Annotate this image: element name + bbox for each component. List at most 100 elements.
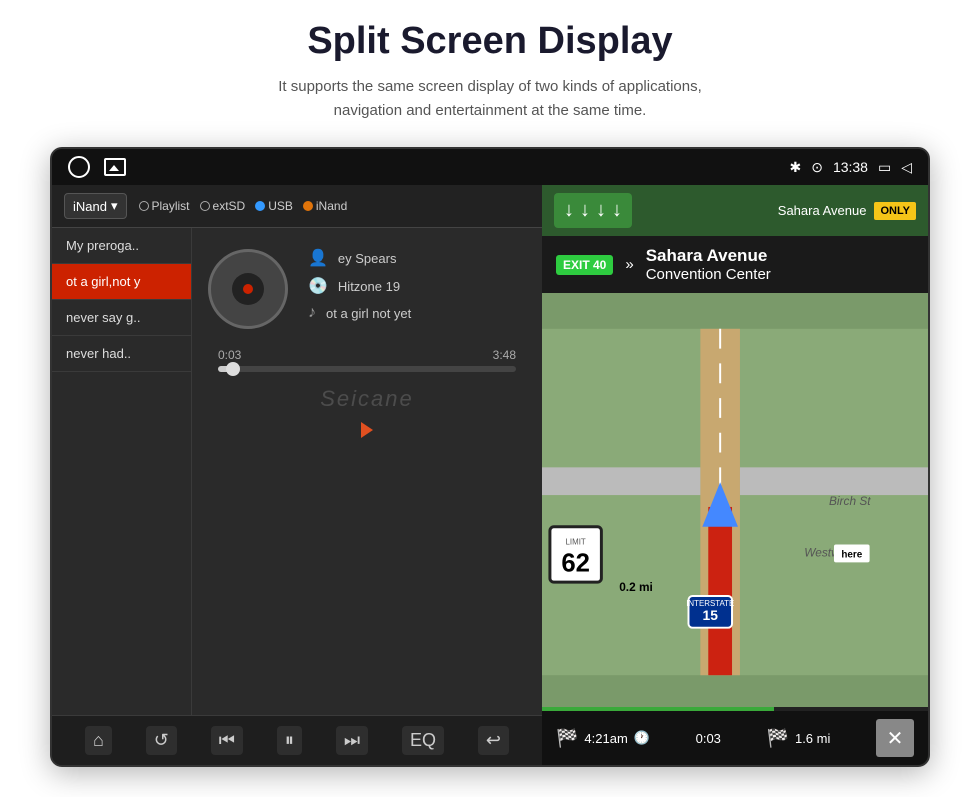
svg-text:Birch St: Birch St — [829, 494, 871, 508]
source-extsd[interactable]: extSD — [200, 199, 246, 213]
split-screen: iNand ▾ Playlist extSD USB — [52, 185, 928, 765]
arrival-stat: 🏁 4:21am 🕐 — [556, 728, 650, 749]
track-meta: 👤 ey Spears 💿 Hitzone 19 ♪ ot a girl not… — [308, 248, 526, 330]
flag-icon: 🏁 — [556, 728, 578, 749]
location-icon: ⊙ — [811, 159, 823, 176]
progress-area: 0:03 3:48 — [208, 348, 526, 372]
exit-badge: EXIT 40 — [556, 255, 613, 275]
nav-directions: ↓ ↓ ↓ ↓ Sahara Avenue ONLY — [542, 185, 928, 236]
map-area: Birch St Westwood INTERSTATE 15 here — [542, 293, 928, 711]
progress-thumb — [226, 362, 240, 376]
back-icon: ◁ — [901, 159, 912, 176]
disc-icon: 💿 — [308, 276, 328, 296]
time-total: 3:48 — [493, 348, 516, 362]
prev-button[interactable]: ⏮ — [211, 726, 243, 755]
elapsed-stat: 0:03 — [696, 731, 721, 746]
nav-bottom: 🏁 4:21am 🕐 0:03 🏁 1.6 mi ✕ — [542, 711, 928, 765]
distance-stat: 🏁 1.6 mi — [767, 728, 831, 749]
person-icon: 👤 — [308, 248, 328, 268]
bluetooth-icon: ✱ — [789, 159, 801, 176]
remaining-distance: 1.6 mi — [795, 731, 830, 746]
svg-text:15: 15 — [703, 607, 719, 623]
radio-dot-playlist — [139, 201, 149, 211]
arrow-down-1: ↓ — [564, 199, 574, 222]
arrow-separator: » — [625, 256, 633, 273]
route-progress — [542, 707, 928, 711]
exit-venue: Convention Center — [646, 266, 771, 283]
eq-button[interactable]: EQ — [402, 726, 444, 755]
screen-icon: ▭ — [878, 159, 891, 176]
home-button[interactable]: ⌂ — [85, 726, 112, 755]
progress-times: 0:03 3:48 — [218, 348, 516, 362]
page-title: Split Screen Display — [307, 20, 672, 63]
arrival-time: 4:21am — [584, 731, 627, 746]
source-bar: iNand ▾ Playlist extSD USB — [52, 185, 542, 228]
route-progress-fill — [542, 707, 774, 711]
progress-bar[interactable] — [218, 366, 516, 372]
source-dropdown[interactable]: iNand ▾ — [64, 193, 127, 219]
clock-icon: 🕐 — [634, 730, 650, 746]
sahara-top: Sahara Avenue — [778, 203, 867, 218]
dropdown-arrow: ▾ — [111, 198, 118, 214]
close-nav-button[interactable]: ✕ — [876, 719, 914, 757]
exit-street: Sahara Avenue — [646, 246, 771, 266]
album-row: 💿 Hitzone 19 — [308, 276, 526, 296]
circle-icon — [68, 156, 90, 178]
playlist-item-2[interactable]: never say g.. — [52, 300, 191, 336]
arrow-down-4: ↓ — [612, 199, 622, 222]
page-subtitle: It supports the same screen display of t… — [278, 75, 702, 123]
radio-dot-inand — [303, 201, 313, 211]
navigation-panel: ↓ ↓ ↓ ↓ Sahara Avenue ONLY EXIT 40 » Sah… — [542, 185, 928, 765]
svg-text:62: 62 — [561, 549, 590, 577]
source-usb[interactable]: USB — [255, 199, 293, 213]
time-current: 0:03 — [218, 348, 241, 362]
arrow-down-2: ↓ — [580, 199, 590, 222]
device-frame: ✱ ⊙ 13:38 ▭ ◁ iNand ▾ Playlist — [50, 147, 930, 767]
svg-text:here: here — [841, 549, 862, 560]
svg-text:LIMIT: LIMIT — [566, 538, 586, 547]
source-playlist[interactable]: Playlist — [139, 199, 190, 213]
only-badge: ONLY — [874, 202, 916, 220]
radio-dot-usb — [255, 201, 265, 211]
song-name: ot a girl not yet — [326, 306, 411, 321]
exit-banner: EXIT 40 » Sahara Avenue Convention Cente… — [542, 236, 928, 293]
repeat-button[interactable]: ↺ — [146, 726, 177, 755]
pause-button[interactable]: ⏸ — [277, 726, 302, 755]
playlist-item-3[interactable]: never had.. — [52, 336, 191, 372]
album-art — [208, 249, 288, 329]
album-name: Hitzone 19 — [338, 279, 400, 294]
track-info: 👤 ey Spears 💿 Hitzone 19 ♪ ot a girl not… — [208, 248, 526, 330]
playlist-item-0[interactable]: My preroga.. — [52, 228, 191, 264]
status-bar: ✱ ⊙ 13:38 ▭ ◁ — [52, 149, 928, 185]
source-label: iNand — [73, 199, 107, 214]
map-svg: Birch St Westwood INTERSTATE 15 here — [542, 293, 928, 711]
status-right: ✱ ⊙ 13:38 ▭ ◁ — [789, 159, 912, 176]
only-section: Sahara Avenue ONLY — [778, 202, 916, 220]
play-indicator-icon — [361, 422, 373, 438]
song-row: ♪ ot a girl not yet — [308, 304, 526, 322]
artist-row: 👤 ey Spears — [308, 248, 526, 268]
music-panel: iNand ▾ Playlist extSD USB — [52, 185, 542, 765]
player-main: 👤 ey Spears 💿 Hitzone 19 ♪ ot a girl not… — [192, 228, 542, 715]
source-inand[interactable]: iNand — [303, 199, 347, 213]
back-button[interactable]: ↩ — [478, 726, 509, 755]
status-left — [68, 156, 126, 178]
play-indicator-row — [208, 418, 526, 442]
playlist: My preroga.. ot a girl,not y never say g… — [52, 228, 192, 715]
image-icon — [104, 158, 126, 176]
svg-text:0.2 mi: 0.2 mi — [619, 580, 653, 594]
direction-arrows: ↓ ↓ ↓ ↓ — [554, 193, 632, 228]
album-art-inner — [232, 273, 264, 305]
music-note-icon: ♪ — [308, 304, 316, 322]
elapsed-time: 0:03 — [696, 731, 721, 746]
exit-details: Sahara Avenue Convention Center — [646, 246, 771, 283]
next-button[interactable]: ⏭ — [336, 726, 368, 755]
playlist-item-1[interactable]: ot a girl,not y — [52, 264, 191, 300]
radio-dot-extsd — [200, 201, 210, 211]
album-art-dot — [243, 284, 253, 294]
watermark: Seicane — [208, 386, 526, 412]
play-controls: ⌂ ↺ ⏮ ⏸ ⏭ EQ ↩ — [52, 715, 542, 765]
source-options: Playlist extSD USB iNand — [139, 199, 348, 213]
flag-finish-icon: 🏁 — [767, 728, 789, 749]
artist-name: ey Spears — [338, 251, 397, 266]
